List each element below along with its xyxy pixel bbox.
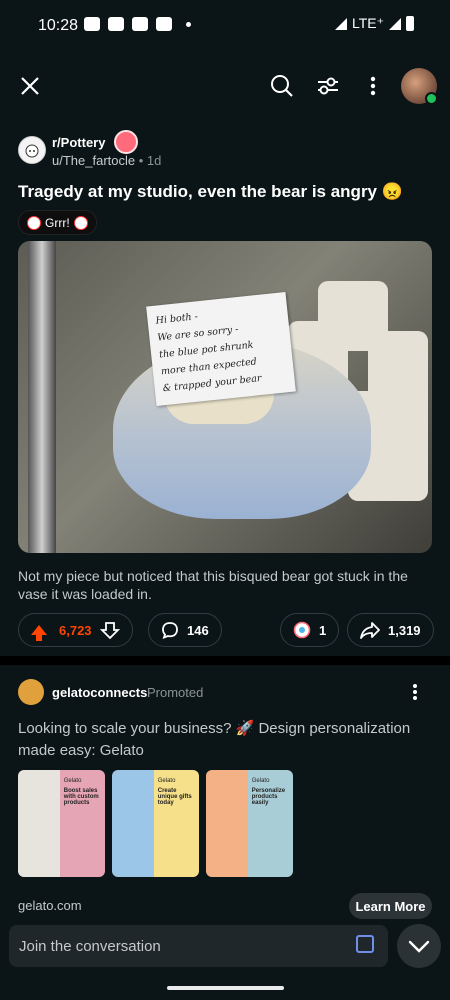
svg-text:We are so sorry -: We are so sorry -	[157, 324, 239, 343]
angry-snoo-icon	[27, 215, 41, 230]
award-count: 1	[319, 622, 327, 638]
share-icon	[360, 622, 380, 639]
home-indicator[interactable]	[167, 986, 284, 990]
snoo-icon	[25, 144, 39, 158]
top-app-bar	[0, 60, 450, 112]
chevron-down-icon	[408, 940, 430, 953]
overflow-menu-button[interactable]	[353, 66, 393, 106]
post-description: Not my piece but noticed that this bisqu…	[18, 568, 408, 602]
signal-icon	[334, 17, 347, 30]
downvote-icon[interactable]	[99, 620, 120, 640]
discord-icon	[108, 17, 124, 31]
ad-thumb-brand: Gelato	[157, 778, 176, 784]
post-meta: u/The_fartocle • 1d	[52, 153, 162, 168]
teams-icon	[156, 17, 172, 31]
subreddit-badge-icon	[114, 130, 138, 154]
ad-carousel-item[interactable]: Gelato Personalize products easily	[206, 770, 293, 877]
ad-thumb-brand: Gelato	[63, 778, 82, 784]
author-name[interactable]: u/The_fartocle	[52, 153, 135, 168]
composer-placeholder: Join the conversation	[19, 937, 161, 955]
notification-icons	[84, 17, 191, 31]
more-vertical-icon	[413, 684, 417, 700]
ad-thumb-headline: Personalize products easily	[251, 788, 286, 806]
discord-icon	[84, 17, 100, 31]
system-status: LTE⁺	[334, 15, 414, 32]
ad-text: Looking to scale your business? 🚀 Design…	[18, 720, 411, 759]
award-icon	[293, 621, 311, 639]
ad-domain[interactable]: gelato.com	[18, 898, 82, 913]
online-status-dot	[425, 92, 438, 105]
svg-text:& trapped your bear: & trapped your bear	[162, 373, 263, 394]
status-bar: 10:28 LTE⁺	[0, 0, 450, 56]
share-count: 1,319	[388, 622, 421, 638]
post-image[interactable]: Hi both - We are so sorry - the blue pot…	[18, 241, 432, 553]
award-button[interactable]: 1	[280, 613, 340, 647]
vote-score: 6,723	[59, 622, 92, 638]
comment-count: 146	[187, 622, 209, 638]
svg-text:Hi both -: Hi both -	[154, 311, 198, 326]
next-comment-button[interactable]	[397, 924, 441, 968]
note-handwriting: Hi both - We are so sorry - the blue pot…	[154, 311, 263, 394]
learn-more-button[interactable]: Learn More	[349, 893, 432, 919]
more-notifications-dot	[186, 21, 191, 27]
post-time: 1d	[146, 153, 162, 168]
advertiser-name[interactable]: gelatoconnects	[52, 685, 147, 700]
more-vertical-icon	[370, 76, 376, 96]
post-title: Tragedy at my studio, even the bear is a…	[18, 182, 403, 201]
advertiser-avatar[interactable]	[18, 679, 44, 705]
vote-control: 6,723	[18, 613, 133, 647]
feed-divider	[0, 656, 450, 665]
ad-carousel-item[interactable]: Gelato Boost sales with custom products	[18, 770, 105, 877]
ad-thumb-headline: Create unique gifts today	[157, 788, 192, 806]
flair-label: Grrr!	[45, 215, 70, 230]
user-avatar[interactable]	[401, 68, 438, 105]
ad-thumb-brand: Gelato	[251, 778, 270, 784]
ad-thumb-headline: Boost sales with custom products	[63, 788, 99, 806]
image-attach-icon[interactable]	[356, 935, 374, 953]
filter-icon	[318, 77, 338, 95]
discord-icon	[132, 17, 148, 31]
close-icon	[21, 77, 39, 95]
network-type: LTE⁺	[351, 15, 384, 31]
comments-button[interactable]: 146	[148, 613, 222, 647]
signal-icon	[389, 17, 401, 30]
comment-icon	[162, 622, 178, 639]
metal-rack	[28, 241, 56, 553]
sort-filter-button[interactable]	[308, 66, 348, 106]
post-flair[interactable]: Grrr!	[18, 210, 97, 235]
share-button[interactable]: 1,319	[347, 613, 434, 647]
comment-composer[interactable]: Join the conversation	[9, 925, 388, 967]
battery-icon	[406, 16, 414, 31]
promoted-label: Promoted	[147, 685, 204, 700]
search-icon	[271, 75, 293, 97]
status-time: 10:28	[38, 17, 79, 34]
upvote-icon[interactable]	[31, 625, 47, 641]
subreddit-name[interactable]: r/Pottery	[52, 135, 105, 150]
ad-carousel-item[interactable]: Gelato Create unique gifts today	[112, 770, 199, 877]
handwritten-note: Hi both - We are so sorry - the blue pot…	[146, 291, 296, 407]
subreddit-avatar[interactable]	[18, 136, 46, 164]
close-button[interactable]	[10, 66, 50, 106]
ad-overflow-button[interactable]	[395, 672, 435, 712]
search-button[interactable]	[262, 66, 302, 106]
angry-snoo-icon	[73, 215, 88, 230]
